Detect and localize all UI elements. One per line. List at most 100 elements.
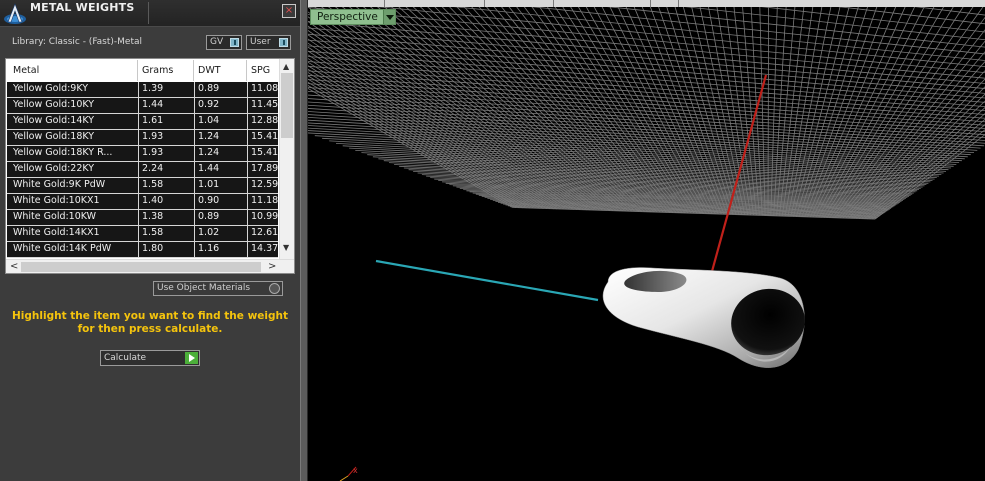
panel-splitter[interactable] <box>300 0 308 481</box>
close-icon[interactable]: × <box>282 4 296 18</box>
3d-viewport[interactable]: x Perspective <box>308 0 985 481</box>
cell-dwt: 1.16 <box>198 243 220 254</box>
calculate-button[interactable]: Calculate <box>100 350 200 366</box>
cell-divider <box>194 242 195 258</box>
cell-divider <box>247 130 248 146</box>
viewport-tab[interactable] <box>385 0 485 7</box>
table-row[interactable]: Yellow Gold:18KY R... 1.93 1.24 15.41 <box>7 146 278 162</box>
table-row[interactable]: White Gold:9K PdW 1.58 1.01 12.59 <box>7 178 278 194</box>
horizontal-scroll-thumb[interactable] <box>21 262 261 272</box>
cell-spg: 12.61 <box>251 227 279 238</box>
viewport-scene[interactable]: x <box>308 0 985 481</box>
table-row[interactable]: Yellow Gold:10KY 1.44 0.92 11.45 <box>7 98 278 114</box>
header-divider <box>148 2 149 24</box>
user-toggle[interactable]: User <box>246 35 291 50</box>
radio-icon[interactable] <box>269 283 280 294</box>
scroll-down-icon[interactable]: ▼ <box>283 243 289 252</box>
column-divider[interactable] <box>193 60 194 81</box>
x-axis-line <box>375 259 599 302</box>
instruction-text: Highlight the item you want to find the … <box>12 310 288 335</box>
cell-divider <box>138 178 139 194</box>
cell-divider <box>138 130 139 146</box>
library-label: Library: Classic - (Fast)-Metal <box>12 37 143 47</box>
cell-spg: 17.89 <box>251 163 279 174</box>
ring-model[interactable] <box>602 267 811 368</box>
viewport-tab-strip[interactable] <box>308 0 985 7</box>
column-header-dwt[interactable]: DWT <box>198 65 221 76</box>
column-divider[interactable] <box>246 60 247 81</box>
cell-grams: 1.58 <box>142 179 164 190</box>
viewport-tab[interactable] <box>485 0 554 7</box>
cell-grams: 1.40 <box>142 195 164 206</box>
cell-divider <box>247 162 248 178</box>
table-row[interactable]: Yellow Gold:18KY 1.93 1.24 15.41 <box>7 130 278 146</box>
column-divider[interactable] <box>137 60 138 81</box>
cell-metal: White Gold:10KW <box>13 211 97 222</box>
chevron-down-icon[interactable] <box>383 10 395 24</box>
use-object-materials-toggle[interactable]: Use Object Materials <box>153 281 283 296</box>
cell-dwt: 0.90 <box>198 195 220 206</box>
cell-metal: Yellow Gold:18KY R... <box>13 147 113 158</box>
cell-divider <box>247 242 248 258</box>
cell-grams: 1.44 <box>142 99 164 110</box>
grid-line <box>314 135 949 171</box>
cell-dwt: 0.92 <box>198 99 220 110</box>
table-row[interactable]: Yellow Gold:14KY 1.61 1.04 12.88 <box>7 114 278 130</box>
toggle-icon <box>279 38 288 47</box>
table-row[interactable]: White Gold:14KX1 1.58 1.02 12.61 <box>7 226 278 242</box>
cell-divider <box>194 146 195 162</box>
cell-metal: Yellow Gold:10KY <box>13 99 95 110</box>
cell-dwt: 0.89 <box>198 211 220 222</box>
cell-grams: 2.24 <box>142 163 164 174</box>
cell-divider <box>138 98 139 114</box>
cell-divider <box>247 210 248 226</box>
svg-text:x: x <box>353 466 358 475</box>
table-row[interactable]: White Gold:10KX1 1.40 0.90 11.18 <box>7 194 278 210</box>
cell-divider <box>194 82 195 98</box>
viewport-tab[interactable] <box>308 0 385 7</box>
cell-dwt: 1.24 <box>198 147 220 158</box>
cell-grams: 1.80 <box>142 243 164 254</box>
viewport-tab[interactable] <box>651 0 679 7</box>
table-row[interactable]: Yellow Gold:22KY 2.24 1.44 17.89 <box>7 162 278 178</box>
column-header-grams[interactable]: Grams <box>142 65 173 76</box>
view-mode-dropdown[interactable]: Perspective <box>310 9 396 25</box>
vertical-scrollbar[interactable]: ▲ ▼ <box>279 59 294 259</box>
table-row[interactable]: Yellow Gold:9KY 1.39 0.89 11.08 <box>7 82 278 98</box>
scroll-right-icon[interactable]: > <box>268 261 276 272</box>
play-arrow-icon[interactable] <box>185 352 198 364</box>
cell-divider <box>194 178 195 194</box>
cell-grams: 1.58 <box>142 227 164 238</box>
column-header-spg[interactable]: SPG <box>251 65 270 76</box>
cell-divider <box>194 114 195 130</box>
cell-metal: Yellow Gold:18KY <box>13 131 95 142</box>
scroll-up-icon[interactable]: ▲ <box>283 62 289 71</box>
table-row[interactable]: White Gold:10KW 1.38 0.89 10.99 <box>7 210 278 226</box>
view-mode-label: Perspective <box>317 11 378 23</box>
cell-divider <box>247 98 248 114</box>
cell-divider <box>247 178 248 194</box>
cell-grams: 1.61 <box>142 115 164 126</box>
cell-metal: White Gold:10KX1 <box>13 195 100 206</box>
cell-divider <box>247 226 248 242</box>
app-logo-icon <box>4 3 26 24</box>
horizontal-scrollbar[interactable]: < > <box>6 259 294 273</box>
table-row[interactable]: White Gold:14K PdW 1.80 1.16 14.37 <box>7 242 278 258</box>
column-header-metal[interactable]: Metal <box>13 65 39 76</box>
cell-spg: 11.45 <box>251 99 279 110</box>
cell-dwt: 1.04 <box>198 115 220 126</box>
grid-line <box>449 0 652 213</box>
cell-dwt: 1.01 <box>198 179 220 190</box>
scroll-left-icon[interactable]: < <box>10 261 18 272</box>
use-object-materials-label: Use Object Materials <box>157 283 251 293</box>
vertical-scroll-thumb[interactable] <box>281 73 293 138</box>
cell-spg: 11.08 <box>251 83 279 94</box>
cell-spg: 15.41 <box>251 147 279 158</box>
cell-divider <box>138 242 139 258</box>
cell-divider <box>138 146 139 162</box>
table-body: Yellow Gold:9KY 1.39 0.89 11.08 Yellow Gold:… <box>7 82 278 258</box>
gv-toggle[interactable]: GV <box>206 35 242 50</box>
cell-divider <box>194 194 195 210</box>
viewport-tab[interactable] <box>554 0 651 7</box>
cell-divider <box>138 82 139 98</box>
